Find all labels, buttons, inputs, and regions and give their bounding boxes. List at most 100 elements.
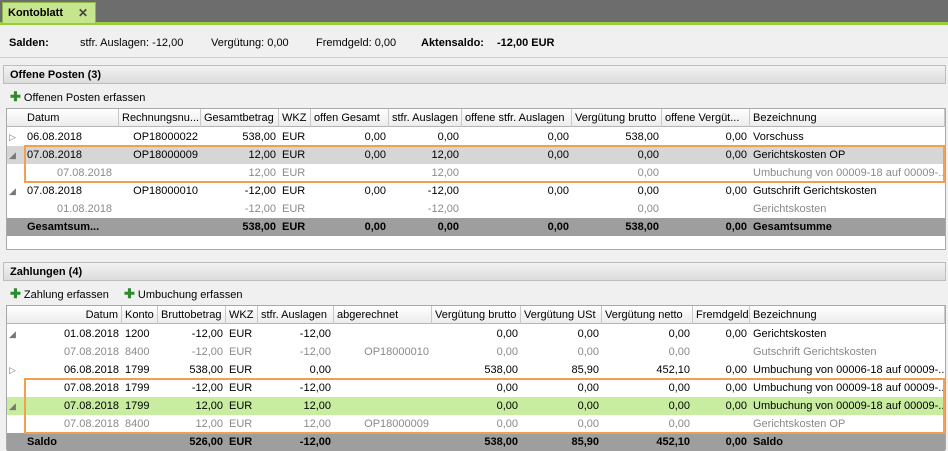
table-cell: 07.08.2018 (57, 167, 113, 179)
add-umbuchung-label: Umbuchung erfassen (137, 289, 243, 301)
collapse-icon[interactable]: ◢ (9, 182, 21, 200)
table-cell (334, 379, 432, 397)
table-row[interactable]: 01.08.2018 -12,00 EUR -12,00 0,00 Gerichtskos… (7, 200, 945, 218)
sum-cell (122, 433, 158, 451)
table-cell: 12,00 (248, 149, 276, 161)
salden-stfr: stfr. Auslagen: -12,00 (80, 37, 184, 49)
column-header[interactable]: Vergütung brutto (432, 306, 521, 324)
table-cell: 01.08.2018 (63, 328, 119, 340)
table-cell: 12,00 (248, 167, 276, 179)
add-zahlung-button[interactable]: ✚ Zahlung erfassen (10, 286, 109, 302)
aktensaldo-label: Aktensaldo: (421, 37, 484, 49)
table-cell (662, 164, 750, 182)
table-cell: 0,00 (668, 418, 690, 430)
sum-cell: 526,00 (189, 436, 223, 448)
table-cell (334, 361, 432, 379)
table-row[interactable]: ▷ 06.08.2018 1799 538,00 EUR 0,00 538,00 85,90 4… (7, 361, 945, 379)
table-row[interactable]: 07.08.2018 1799 -12,00 EUR -12,00 0,00 0,00 0,0… (7, 379, 945, 397)
column-header[interactable]: Datum (24, 306, 122, 324)
table-cell: EUR (229, 328, 253, 340)
tab-title: Kontoblatt (8, 7, 63, 19)
table-cell: Umbuchung von 00009-18 auf 00009-... (753, 167, 945, 179)
aktensaldo-value: -12,00 EUR (497, 37, 555, 49)
column-header[interactable]: Konto (122, 306, 158, 324)
table-row[interactable]: ◢ 07.08.2018 1799 12,00 EUR 12,00 0,00 0,00 0,00… (7, 397, 945, 415)
column-header[interactable]: abgerechnet (334, 306, 432, 324)
table-cell: 0,00 (637, 185, 659, 197)
column-header[interactable]: offene stfr. Auslagen (462, 109, 572, 127)
table-row[interactable]: 07.08.2018 8400 -12,00 EUR -12,00 OP18000010 0… (7, 343, 945, 361)
expand-icon[interactable]: ▷ (9, 128, 21, 146)
column-header[interactable]: Rechnungsnu... (119, 109, 201, 127)
sum-cell: Gesamtsum... (27, 221, 100, 233)
table-cell: Gutschrift Gerichtskosten (753, 185, 877, 197)
table-cell: Umbuchung von 00009-18 auf 00009-... (753, 400, 945, 412)
offene-posten-title: Offene Posten (3) (3, 65, 946, 84)
sum-cell: EUR (229, 436, 253, 448)
table-cell: 0,00 (668, 346, 690, 358)
column-header[interactable]: Vergütung USt (521, 306, 602, 324)
column-header[interactable]: Datum (24, 109, 119, 127)
table-cell: -12,00 (299, 346, 331, 358)
column-header[interactable]: Gesamtbetrag (201, 109, 279, 127)
table-row[interactable]: 07.08.2018 8400 12,00 EUR 12,00 OP18000009 0,0… (7, 415, 945, 433)
salden-bar: Salden: stfr. Auslagen: -12,00 Vergütung… (0, 25, 948, 58)
close-icon[interactable]: ✕ (78, 6, 88, 20)
column-header[interactable]: stfr. Auslagen (258, 306, 334, 324)
sum-cell: 538,00 (242, 221, 276, 233)
sum-cell: EUR (282, 221, 306, 233)
sum-row: Gesamtsum... 538,00 EUR 0,00 0,00 0,00 538,00 0… (7, 218, 945, 236)
expand-icon[interactable]: ▷ (9, 361, 21, 379)
table-cell: 0,00 (577, 346, 599, 358)
table-cell: 0,00 (725, 149, 747, 161)
table-cell: 0,00 (496, 382, 518, 394)
table-cell: EUR (229, 382, 253, 394)
add-umbuchung-button[interactable]: ✚ Umbuchung erfassen (124, 286, 242, 302)
table-row[interactable]: ◢ 07.08.2018 OP18000009 12,00 EUR 0,00 12,00 0,… (7, 146, 945, 164)
table-cell: 0,00 (309, 364, 331, 376)
table-cell: Gerichtskosten (753, 328, 827, 340)
table-cell: 12,00 (303, 400, 331, 412)
sum-cell: Saldo (27, 436, 57, 448)
collapse-icon[interactable]: ◢ (9, 397, 21, 415)
sum-cell: -12,00 (299, 436, 331, 448)
column-header[interactable]: offen Gesamt (311, 109, 389, 127)
table-cell: EUR (282, 131, 306, 143)
zahlungen-title: Zahlungen (4) (3, 262, 946, 281)
column-header[interactable]: Vergütung brutto (572, 109, 662, 127)
table-cell: -12,00 (191, 346, 223, 358)
column-header[interactable]: Bruttobetrag (158, 306, 226, 324)
column-header[interactable]: stfr. Auslagen (389, 109, 462, 127)
column-header[interactable]: Bezeichnung (750, 109, 945, 127)
column-header[interactable]: Vergütung netto (602, 306, 693, 324)
add-offener-posten-button[interactable]: ✚ Offenen Posten erfassen (10, 89, 145, 105)
collapse-icon[interactable]: ◢ (9, 325, 21, 343)
table-row[interactable]: ◢ 07.08.2018 OP18000010 -12,00 EUR 0,00 -12,00… (7, 182, 945, 200)
column-header[interactable]: Bezeichnung (750, 306, 945, 324)
column-header[interactable]: WKZ (226, 306, 258, 324)
table-cell: 12,00 (431, 149, 459, 161)
table-row[interactable]: ▷ 06.08.2018 OP18000022 538,00 EUR 0,00 0,00 0,… (7, 128, 945, 146)
table-row[interactable]: 07.08.2018 12,00 EUR 12,00 0,00 Umbuchung von… (7, 164, 945, 182)
column-header[interactable]: offene Vergüt... (662, 109, 750, 127)
table-cell: 07.08.2018 (63, 418, 119, 430)
table-cell: EUR (229, 364, 253, 376)
table-cell: 0,00 (637, 149, 659, 161)
table-cell: 452,10 (656, 364, 690, 376)
tab-kontoblatt[interactable]: Kontoblatt ✕ (2, 2, 96, 23)
table-cell: 0,00 (668, 328, 690, 340)
column-header[interactable]: WKZ (279, 109, 311, 127)
table-cell: Gerichtskosten OP (753, 418, 846, 430)
plus-icon: ✚ (123, 286, 135, 301)
table-cell (311, 200, 389, 218)
table-cell: 1799 (125, 382, 150, 394)
collapse-icon[interactable]: ◢ (9, 146, 21, 164)
table-cell: -12,00 (244, 185, 276, 197)
table-cell: 0,00 (637, 167, 659, 179)
table-cell: 0,00 (496, 400, 518, 412)
table-cell: -12,00 (191, 382, 223, 394)
table-cell: OP18000010 (364, 346, 429, 358)
table-cell: Umbuchung von 00006-18 auf 00009-... (753, 364, 945, 376)
column-header[interactable]: Fremdgeld (693, 306, 750, 324)
table-row[interactable]: ◢ 01.08.2018 1200 -12,00 EUR -12,00 0,00 0,00 0,… (7, 325, 945, 343)
